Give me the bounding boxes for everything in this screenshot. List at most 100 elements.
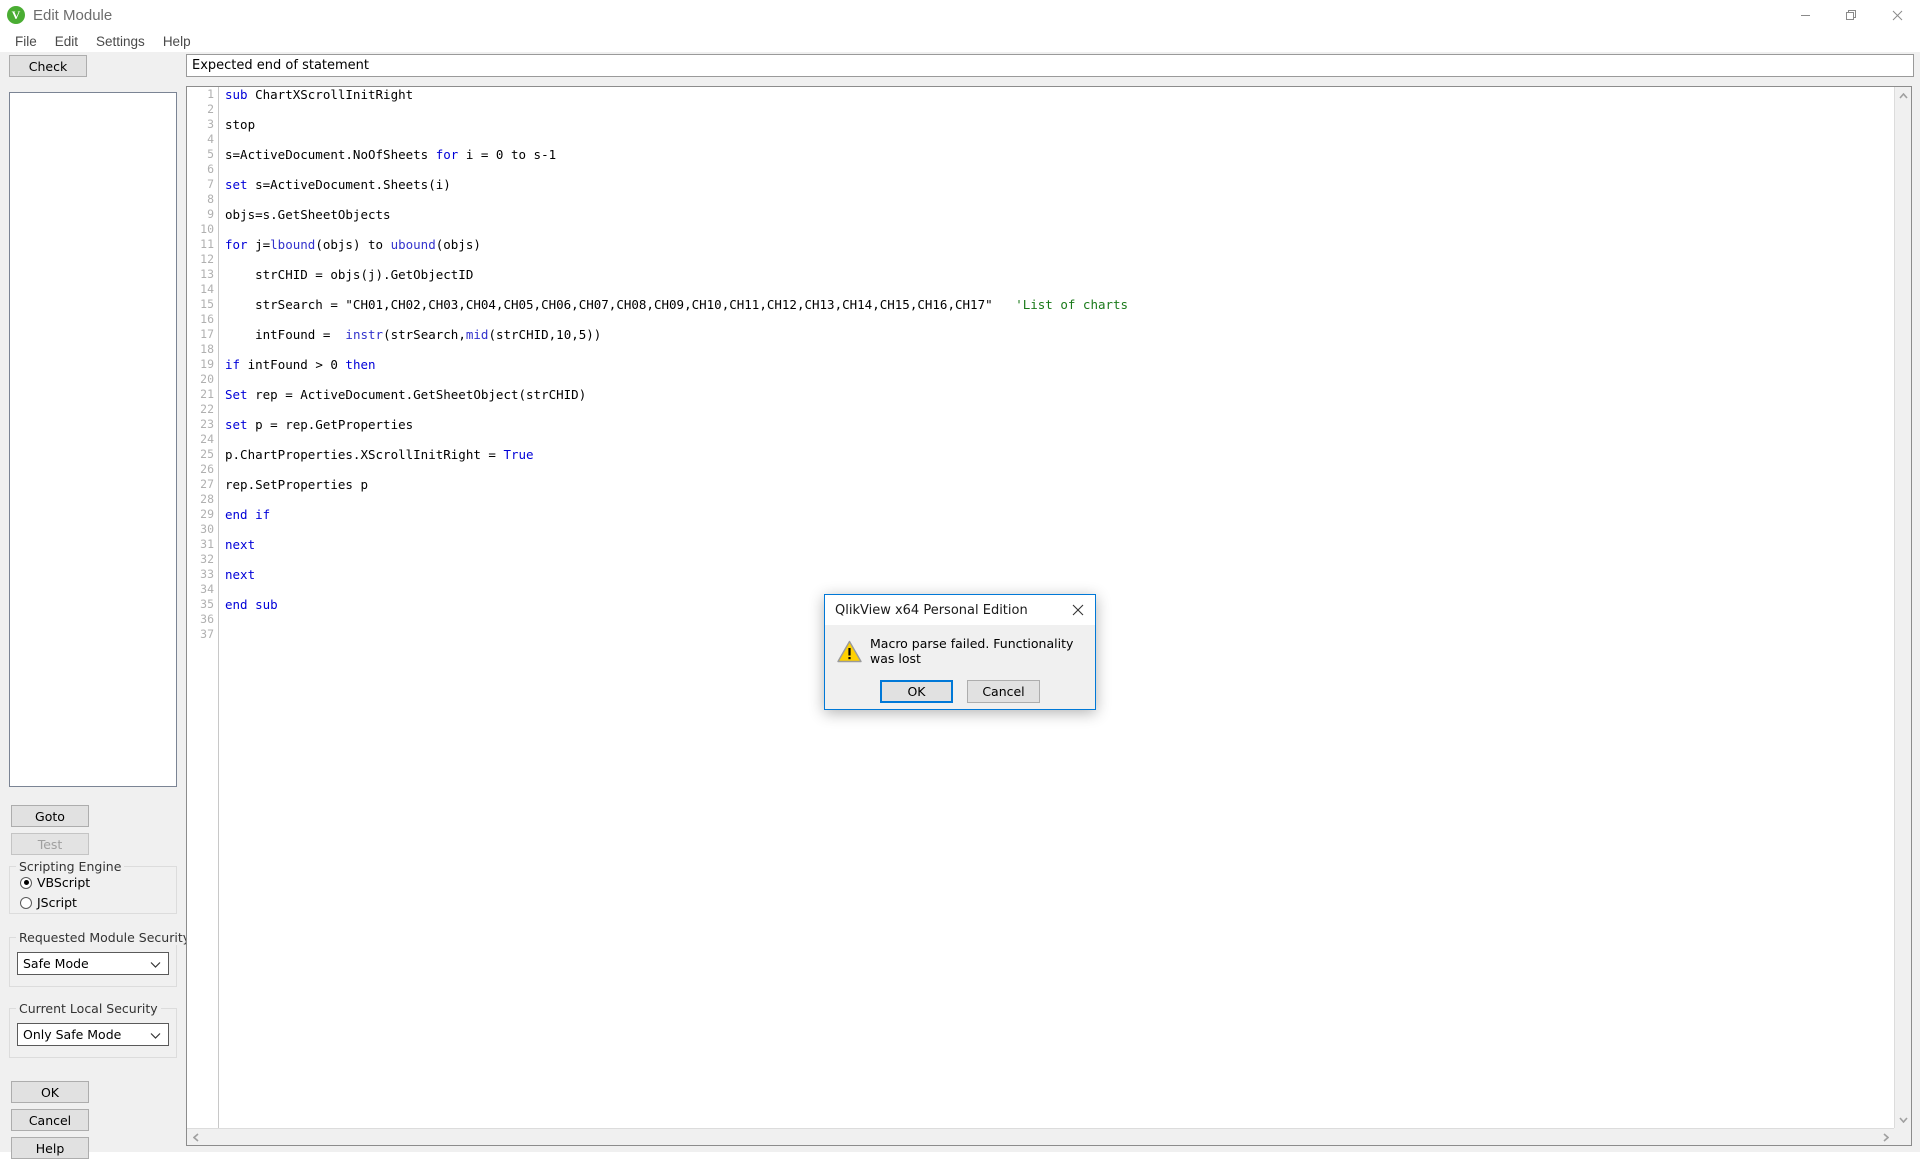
code-token: ChartXScrollInitRight xyxy=(247,87,414,102)
code-line[interactable]: rep.SetProperties p xyxy=(225,477,1894,492)
code-line[interactable]: s=ActiveDocument.NoOfSheets for i = 0 to… xyxy=(225,147,1894,162)
line-number: 2 xyxy=(207,102,214,116)
requested-module-security-select[interactable]: Safe Mode xyxy=(17,952,169,975)
radio-vbscript[interactable]: VBScript xyxy=(20,875,90,890)
ok-button[interactable]: OK xyxy=(11,1081,89,1103)
macro-error-dialog: QlikView x64 Personal Edition Macro pars… xyxy=(824,594,1096,710)
code-line[interactable] xyxy=(225,282,1894,297)
code-line[interactable] xyxy=(225,492,1894,507)
line-number: 4 xyxy=(207,132,214,146)
code-line[interactable]: strCHID = objs(j).GetObjectID xyxy=(225,267,1894,282)
code-line[interactable]: stop xyxy=(225,117,1894,132)
code-line[interactable] xyxy=(225,522,1894,537)
code-token: end if xyxy=(225,507,271,522)
scroll-left-icon[interactable] xyxy=(187,1129,204,1146)
main-body: Goto Test Scripting Engine VBScript JScr… xyxy=(0,80,1920,1159)
code-line[interactable]: sub ChartXScrollInitRight xyxy=(225,87,1894,102)
code-token: for xyxy=(225,237,248,252)
code-line[interactable] xyxy=(225,252,1894,267)
minimize-button[interactable] xyxy=(1782,0,1828,30)
scroll-down-icon[interactable] xyxy=(1895,1111,1912,1128)
menu-item-edit[interactable]: Edit xyxy=(46,32,87,51)
code-line[interactable]: next xyxy=(225,567,1894,582)
code-line[interactable] xyxy=(225,552,1894,567)
code-line[interactable] xyxy=(225,402,1894,417)
line-number-gutter: 1 2 3 4 5 6 7 8 9 10 11 12 13 14 15 16 17 18 19 20 21 22 23 24 2… xyxy=(187,87,219,1145)
test-button: Test xyxy=(11,833,89,855)
code-line[interactable]: next xyxy=(225,537,1894,552)
menu-bar: File Edit Settings Help xyxy=(0,30,1920,52)
line-number: 1 xyxy=(207,87,214,101)
scripting-engine-group: Scripting Engine VBScript JScript xyxy=(9,859,177,914)
check-button[interactable]: Check xyxy=(9,55,87,77)
code-line[interactable] xyxy=(225,432,1894,447)
requested-module-security-group: Requested Module Security Safe Mode xyxy=(9,930,194,987)
current-local-security-select[interactable]: Only Safe Mode xyxy=(17,1023,169,1046)
requested-module-security-value: Safe Mode xyxy=(23,956,89,971)
code-line[interactable]: strSearch = "CH01,CH02,CH03,CH04,CH05,CH… xyxy=(225,297,1894,312)
line-number: 3 xyxy=(207,117,214,131)
line-number: 10 xyxy=(200,222,214,236)
code-line[interactable]: Set rep = ActiveDocument.GetSheetObject(… xyxy=(225,387,1894,402)
code-line[interactable]: p.ChartProperties.XScrollInitRight = Tru… xyxy=(225,447,1894,462)
chevron-down-icon xyxy=(150,1027,161,1042)
code-line[interactable] xyxy=(225,192,1894,207)
code-line[interactable] xyxy=(225,312,1894,327)
code-token: if xyxy=(225,357,241,372)
code-token: (objs) xyxy=(435,237,481,252)
radio-jscript-label: JScript xyxy=(37,895,77,910)
vertical-scrollbar[interactable] xyxy=(1894,87,1911,1128)
scrollbar-corner xyxy=(1894,1128,1911,1145)
code-line[interactable]: end if xyxy=(225,507,1894,522)
menu-item-file[interactable]: File xyxy=(6,32,46,51)
cancel-button[interactable]: Cancel xyxy=(11,1109,89,1131)
code-line[interactable] xyxy=(225,342,1894,357)
menu-item-help[interactable]: Help xyxy=(154,32,200,51)
code-line[interactable] xyxy=(225,462,1894,477)
code-line[interactable] xyxy=(225,372,1894,387)
window-controls xyxy=(1782,0,1920,30)
code-token: set xyxy=(225,417,248,432)
radio-vbscript-label: VBScript xyxy=(37,875,91,890)
line-number: 5 xyxy=(207,147,214,161)
radio-jscript[interactable]: JScript xyxy=(20,895,77,910)
code-line[interactable]: objs=s.GetSheetObjects xyxy=(225,207,1894,222)
code-line[interactable]: intFound = instr(strSearch,mid(strCHID,1… xyxy=(225,327,1894,342)
current-local-security-value: Only Safe Mode xyxy=(23,1027,122,1042)
code-line[interactable]: if intFound > 0 then xyxy=(225,357,1894,372)
code-line[interactable] xyxy=(225,132,1894,147)
code-token: 'List of charts xyxy=(1015,297,1129,312)
line-number: 9 xyxy=(207,207,214,221)
line-number: 16 xyxy=(200,312,214,326)
code-line[interactable] xyxy=(225,162,1894,177)
line-number: 8 xyxy=(207,192,214,206)
radio-indicator-icon xyxy=(20,896,32,909)
title-bar: V Edit Module xyxy=(0,0,1920,30)
restore-button[interactable] xyxy=(1828,0,1874,30)
code-token: end sub xyxy=(225,597,278,612)
horizontal-scrollbar[interactable] xyxy=(187,1128,1894,1145)
dialog-cancel-button[interactable]: Cancel xyxy=(967,680,1040,703)
code-line[interactable] xyxy=(225,102,1894,117)
scripting-engine-label: Scripting Engine xyxy=(16,859,125,874)
scroll-up-icon[interactable] xyxy=(1895,87,1912,104)
close-button[interactable] xyxy=(1874,0,1920,30)
dialog-ok-button[interactable]: OK xyxy=(880,680,953,703)
code-line[interactable] xyxy=(225,222,1894,237)
requested-module-security-label: Requested Module Security xyxy=(16,930,194,945)
scroll-right-icon[interactable] xyxy=(1877,1129,1894,1146)
line-number: 23 xyxy=(200,417,214,431)
dialog-close-icon[interactable] xyxy=(1061,595,1095,625)
code-line[interactable]: for j=lbound(objs) to ubound(objs) xyxy=(225,237,1894,252)
code-line[interactable]: set s=ActiveDocument.Sheets(i) xyxy=(225,177,1894,192)
line-number: 29 xyxy=(200,507,214,521)
goto-button[interactable]: Goto xyxy=(11,805,89,827)
current-local-security-label: Current Local Security xyxy=(16,1001,161,1016)
code-token: next xyxy=(225,537,256,552)
help-button[interactable]: Help xyxy=(11,1137,89,1159)
code-line[interactable]: set p = rep.GetProperties xyxy=(225,417,1894,432)
menu-item-settings[interactable]: Settings xyxy=(87,32,154,51)
line-number: 35 xyxy=(200,597,214,611)
toolbar: Check Expected end of statement xyxy=(0,52,1920,80)
function-list-panel[interactable] xyxy=(9,92,177,787)
